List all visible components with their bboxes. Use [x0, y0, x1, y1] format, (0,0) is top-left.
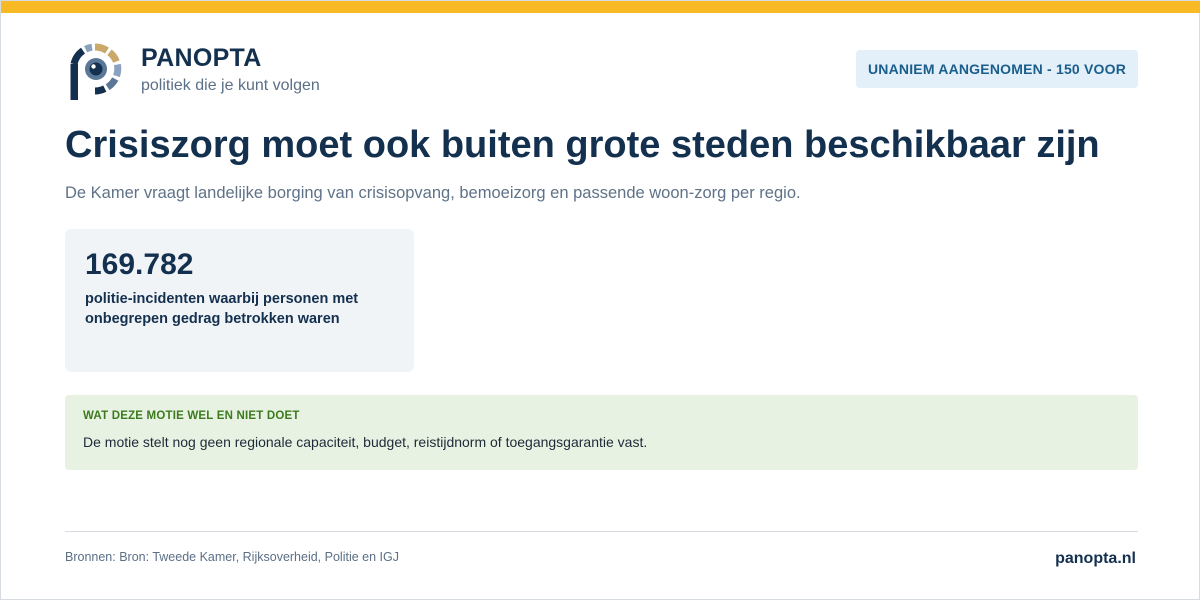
stat-label: politie-incidenten waarbij personen met … — [85, 291, 359, 327]
brand: PANOPTA politiek die je kunt volgen — [141, 44, 320, 96]
sources-text: Bronnen: Bron: Tweede Kamer, Rijksoverhe… — [65, 550, 399, 564]
motion-note-text: De motie stelt nog geen regionale capaci… — [83, 434, 648, 450]
page-title: Crisiszorg moet ook buiten grote steden … — [65, 124, 1100, 166]
accent-bar — [1, 1, 1200, 13]
stat-value: 169.782 — [85, 248, 194, 281]
stat-card: 169.782 politie-incidenten waarbij perso… — [65, 229, 414, 372]
page-subtitle: De Kamer vraagt landelijke borging van c… — [65, 184, 801, 202]
motion-note-heading: WAT DEZE MOTIE WEL EN NIET DOET — [83, 410, 300, 422]
vote-result-badge: UNANIEM AANGENOMEN - 150 VOOR — [856, 50, 1138, 88]
footer-divider — [65, 531, 1138, 532]
brand-tagline: politiek die je kunt volgen — [141, 77, 320, 94]
motion-note: WAT DEZE MOTIE WEL EN NIET DOET De motie… — [65, 395, 1138, 470]
site-link[interactable]: panopta.nl — [1055, 549, 1136, 569]
panopta-eye-logo-icon — [70, 43, 122, 100]
brand-name: PANOPTA — [141, 44, 262, 72]
share-card: PANOPTA politiek die je kunt volgen UNAN… — [0, 0, 1200, 600]
